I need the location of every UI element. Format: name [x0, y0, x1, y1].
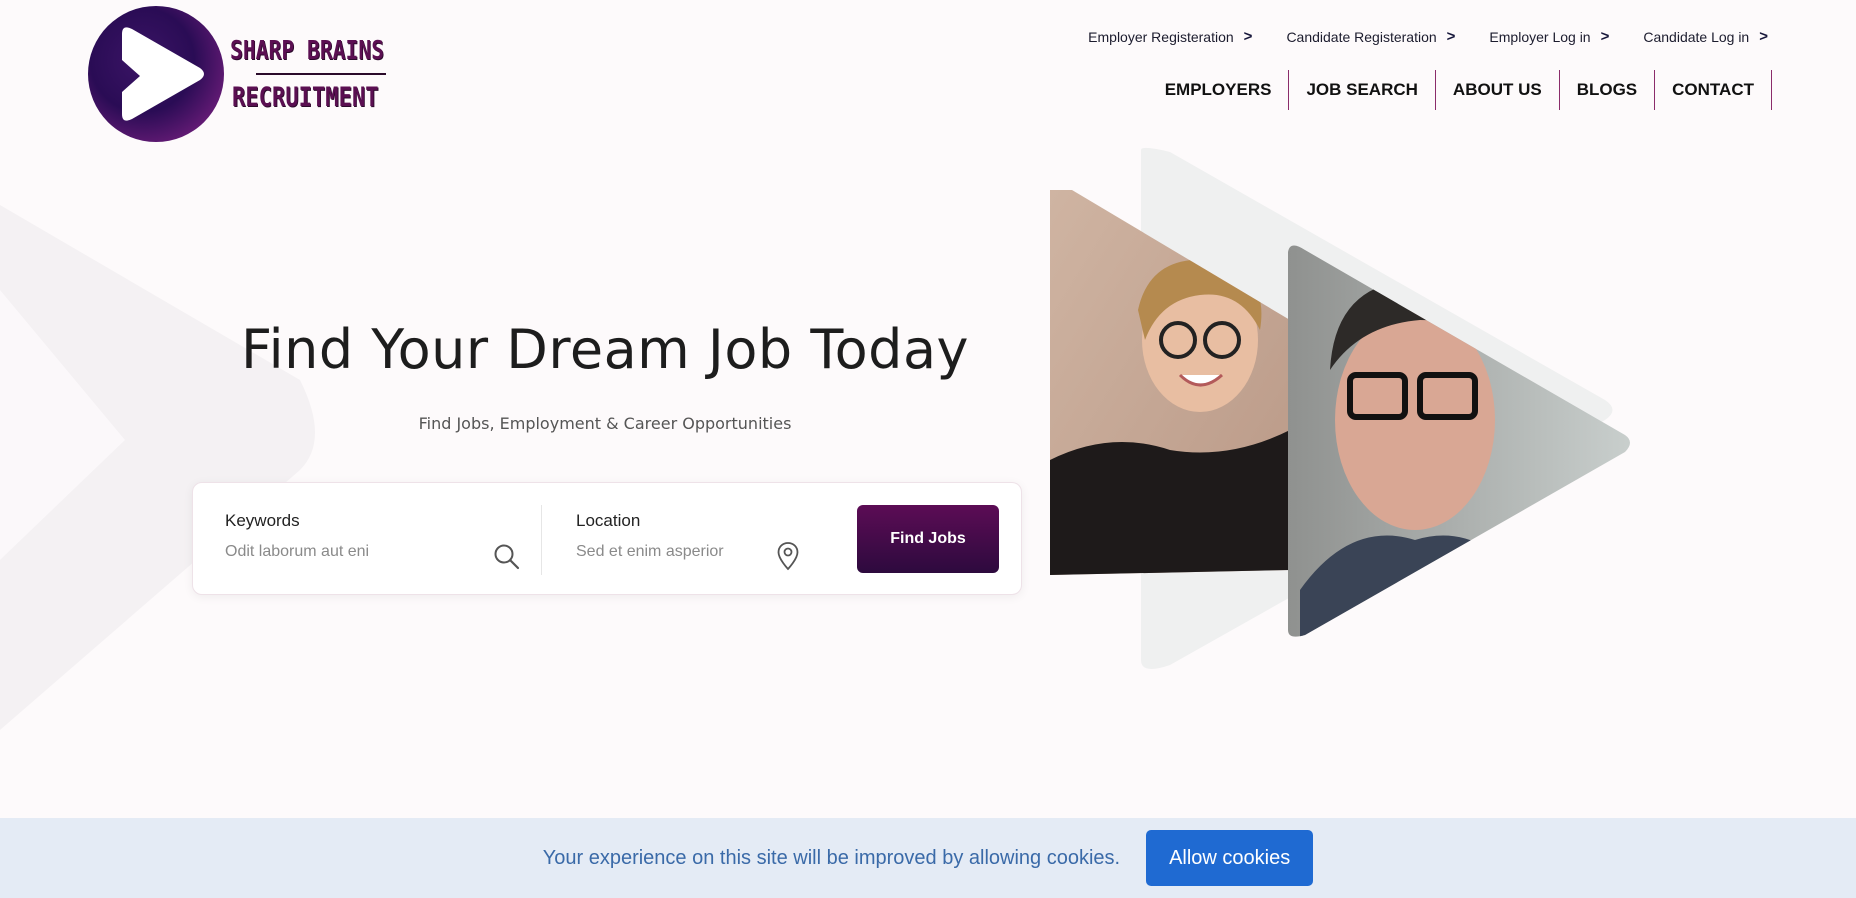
location-label: Location [576, 511, 641, 530]
employer-registration-link[interactable]: Employer Registeration > [1088, 28, 1252, 45]
find-jobs-button[interactable]: Find Jobs [857, 505, 999, 573]
hero-title: Find Your Dream Job Today [241, 318, 969, 381]
link-label: Employer Log in [1489, 28, 1591, 45]
nav-employers[interactable]: EMPLOYERS [1148, 70, 1290, 110]
chevron-right-icon: > [1759, 28, 1768, 45]
play-icon [122, 27, 204, 121]
cookie-message: Your experience on this site will be imp… [542, 846, 1121, 869]
hero-subtitle: Find Jobs, Employment & Career Opportuni… [418, 414, 792, 433]
man-portrait [1288, 245, 1630, 637]
logo-line-1: SHARP BRAINS [230, 35, 385, 66]
chevron-right-icon: > [1446, 28, 1456, 45]
hero-portraits [1050, 190, 1630, 637]
logo-line-2: RECRUITMENT [232, 81, 379, 113]
keywords-label: Keywords [225, 511, 300, 530]
allow-cookies-button[interactable]: Allow cookies [1146, 830, 1314, 886]
main-nav: EMPLOYERS JOB SEARCH ABOUT US BLOGS CONT… [1148, 70, 1772, 110]
woman-portrait [1050, 190, 1290, 575]
link-label: Employer Registeration [1088, 28, 1234, 45]
nav-contact[interactable]: CONTACT [1655, 70, 1772, 110]
location-input[interactable] [576, 543, 766, 561]
keywords-field: Keywords [225, 511, 475, 561]
chevron-right-icon: > [1243, 28, 1253, 45]
logo-divider [256, 72, 386, 75]
candidate-login-link[interactable]: Candidate Log in > [1643, 28, 1768, 45]
employer-login-link[interactable]: Employer Log in > [1489, 28, 1609, 45]
nav-about-us[interactable]: ABOUT US [1436, 70, 1560, 110]
logo-emblem [88, 6, 224, 142]
keywords-input[interactable] [225, 543, 475, 561]
brand-logo[interactable]: SHARP BRAINS RECRUITMENT [88, 6, 418, 142]
nav-blogs[interactable]: BLOGS [1560, 70, 1656, 110]
job-search-form: Keywords Location Find Jobs [192, 482, 1022, 595]
chevron-right-icon: > [1600, 28, 1610, 45]
field-divider [541, 505, 542, 575]
logo-wordmark: SHARP BRAINS RECRUITMENT [230, 36, 418, 113]
location-field: Location [576, 511, 766, 561]
cookie-banner: Your experience on this site will be imp… [0, 818, 1856, 898]
candidate-registration-link[interactable]: Candidate Registeration > [1286, 28, 1455, 45]
search-icon[interactable] [493, 543, 521, 571]
link-label: Candidate Log in [1643, 28, 1750, 45]
nav-job-search[interactable]: JOB SEARCH [1289, 70, 1436, 110]
link-label: Candidate Registeration [1286, 28, 1437, 45]
location-pin-icon[interactable] [776, 541, 800, 571]
top-links: Employer Registeration > Candidate Regis… [1088, 28, 1768, 45]
